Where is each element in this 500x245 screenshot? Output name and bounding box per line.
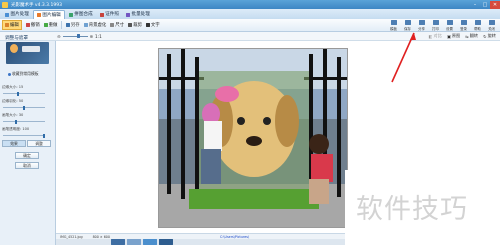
batch-icon <box>125 12 130 17</box>
text-icon <box>145 23 150 27</box>
flip-icon: ⇋ <box>465 33 469 39</box>
film-thumbnail[interactable] <box>111 239 125 245</box>
user-icon <box>460 20 467 25</box>
minimize-button[interactable]: – <box>470 1 480 9</box>
apply-button[interactable]: 确定 <box>15 152 39 159</box>
tab-picture-edit[interactable]: 图片编辑 <box>32 10 65 19</box>
film-thumbnail[interactable] <box>127 239 141 245</box>
template-icon <box>390 20 397 25</box>
edge-size-handle[interactable] <box>17 91 19 96</box>
window-controls: – □ ✕ <box>470 0 500 9</box>
tab-collage[interactable]: 拼图合成 <box>66 10 96 19</box>
rotate-icon: ↻ <box>483 33 487 39</box>
edit-tool-button[interactable]: 编辑 <box>2 20 22 30</box>
right-tool-group: 模板 保存 分享 打印 设置 登录 帮助 关闭 <box>387 20 498 31</box>
redo-button[interactable]: 重做 <box>43 22 57 28</box>
film-thumbnail[interactable] <box>143 239 157 245</box>
collage-icon <box>68 12 73 17</box>
zoom-slider-handle[interactable] <box>76 34 80 38</box>
title-bar: 光影魔术手 v4.3.3.1993 – □ ✕ <box>0 0 500 9</box>
mode-tabs: 效果 调整 <box>2 140 51 147</box>
picture-icon <box>5 12 9 17</box>
edge-size-slider[interactable] <box>3 91 45 96</box>
save-as-button[interactable]: 另存 <box>65 22 80 28</box>
brush-size-slider[interactable] <box>3 119 45 124</box>
share-button[interactable]: 分享 <box>415 20 428 31</box>
original-icon: ▣ <box>446 33 451 39</box>
watermark-text: 软件技巧 <box>356 194 468 225</box>
photo-image <box>159 49 347 227</box>
brush-icon <box>5 23 9 27</box>
photo-canvas[interactable] <box>158 48 348 228</box>
text-button[interactable]: 文字 <box>145 22 160 28</box>
crop-icon <box>128 23 133 27</box>
save-icon <box>65 23 70 27</box>
edge-feather-handle[interactable] <box>23 105 25 110</box>
edit-icon <box>36 13 41 17</box>
zoom-slider[interactable] <box>62 34 88 38</box>
resize-icon <box>110 23 115 27</box>
share-icon <box>418 20 425 25</box>
template-button[interactable]: 模板 <box>387 20 400 31</box>
tab-adjust[interactable]: 调整 <box>27 140 51 147</box>
edge-feather-slider[interactable] <box>3 105 45 110</box>
status-path-link[interactable]: C:\Users\Pictures\ <box>220 235 249 239</box>
star-icon <box>8 72 11 76</box>
id-photo-icon <box>99 12 104 17</box>
cancel-button[interactable]: 取消 <box>15 162 39 169</box>
help-icon <box>474 20 481 25</box>
maximize-button[interactable]: □ <box>480 1 490 9</box>
status-file: IMG_4521.jpg <box>60 234 83 239</box>
print-icon <box>432 20 439 25</box>
panel-title: 调整与遮罩 <box>5 36 28 41</box>
blur-icon <box>83 23 88 27</box>
undo-button[interactable]: 撤销 <box>25 22 40 28</box>
edge-feather-label: 边缘羽化: 50 <box>2 99 24 103</box>
compare-icon: ◧ <box>428 33 433 39</box>
resize-button[interactable]: 尺寸 <box>110 22 124 28</box>
print-button[interactable]: 打印 <box>429 20 442 31</box>
thumbnail-figure-icon <box>10 44 18 53</box>
tab-id-photo[interactable]: 证件照 <box>97 10 122 19</box>
view-bar: ⊖ ⊕ 1:1 ◧ 对比 ▣ 原图 ⇋ 翻转 ↻ 旋转 <box>0 32 500 41</box>
tab-batch[interactable]: 批量处理 <box>123 10 153 19</box>
tab-effect[interactable]: 效果 <box>2 140 26 147</box>
brush-opacity-slider[interactable] <box>3 133 45 138</box>
menu-tab-bar: 图片处理 图片编辑 拼图合成 证件照 批量处理 <box>0 9 500 19</box>
zoom-level: 1:1 <box>95 33 102 39</box>
toolbar-divider <box>61 21 62 29</box>
view-actions: ◧ 对比 ▣ 原图 ⇋ 翻转 ↻ 旋转 <box>428 33 500 39</box>
app-title: 光影魔术手 v4.3.3.1993 <box>11 2 62 8</box>
compare-button[interactable]: ◧ 对比 <box>428 33 441 39</box>
close-icon <box>488 20 495 25</box>
favorite-link[interactable]: 收藏到常用模板 <box>8 71 39 77</box>
app-logo-icon <box>2 1 8 8</box>
redo-icon <box>43 23 48 27</box>
brush-size-label: 画笔大小: 30 <box>2 113 24 117</box>
undo-icon <box>25 23 30 27</box>
brush-opacity-label: 画笔透明度: 100 <box>2 127 30 131</box>
close-button[interactable]: ✕ <box>490 0 500 9</box>
rotate-button[interactable]: ↻ 旋转 <box>483 33 496 39</box>
tab-picture-process[interactable]: 图片处理 <box>2 10 32 19</box>
settings-button[interactable]: 设置 <box>443 20 456 31</box>
zoom-in-icon[interactable]: ⊕ <box>90 34 94 39</box>
thumbnail-frame-icon <box>22 46 40 52</box>
login-button[interactable]: 登录 <box>457 20 470 31</box>
edge-size-label: 边缘大小: 15 <box>2 85 24 89</box>
save-icon <box>404 20 411 25</box>
zoom-out-icon[interactable]: ⊖ <box>57 34 61 39</box>
flip-button[interactable]: ⇋ 翻转 <box>465 33 478 39</box>
save-button[interactable]: 保存 <box>401 20 414 31</box>
gear-icon <box>446 20 453 25</box>
status-size: 800 × 600 <box>92 234 111 239</box>
brush-size-handle[interactable] <box>15 119 17 124</box>
blur-background-button[interactable]: 背景虚化 <box>83 22 106 28</box>
crop-button[interactable]: 裁剪 <box>128 22 142 28</box>
help-button[interactable]: 帮助 <box>471 20 484 31</box>
brush-opacity-handle[interactable] <box>43 133 45 138</box>
film-thumbnail[interactable] <box>159 239 173 245</box>
exit-button[interactable]: 关闭 <box>485 20 498 31</box>
original-button[interactable]: ▣ 原图 <box>447 33 460 39</box>
